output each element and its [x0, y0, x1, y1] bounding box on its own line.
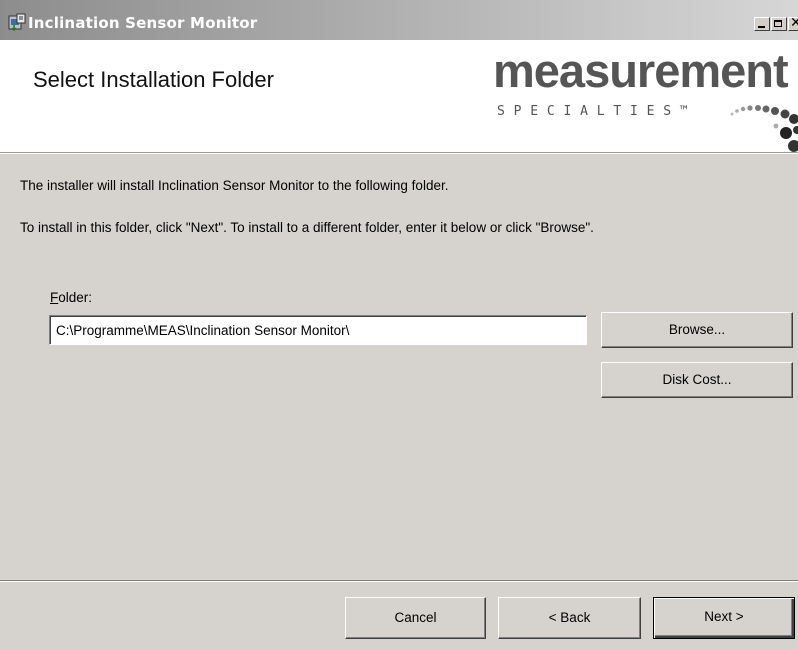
back-button[interactable]: < Back [498, 597, 641, 639]
disk-cost-button[interactable]: Disk Cost... [601, 362, 793, 398]
cancel-button[interactable]: Cancel [345, 597, 486, 639]
maximize-button[interactable] [771, 17, 787, 31]
close-icon: ✕ [790, 15, 798, 31]
next-button[interactable]: Next > [653, 597, 795, 639]
minimize-button[interactable] [754, 17, 770, 31]
folder-path-input[interactable] [49, 315, 587, 345]
header-banner: Select Installation Folder measurement S… [0, 40, 798, 152]
logo-wordmark: measurement [493, 44, 789, 97]
folder-label-text: older: [58, 290, 93, 305]
footer-divider-highlight [0, 581, 798, 582]
title-bar[interactable]: Inclination Sensor Monitor ✕ [0, 0, 798, 40]
logo-dots-icon [730, 105, 798, 152]
installer-icon [8, 13, 26, 31]
install-instructions: To install in this folder, click "Next".… [20, 220, 594, 235]
folder-label-mnemonic: F [50, 290, 59, 305]
browse-button[interactable]: Browse... [601, 312, 793, 348]
window-title: Inclination Sensor Monitor [28, 14, 258, 32]
install-description: The installer will install Inclination S… [20, 178, 449, 193]
dialog-body: The installer will install Inclination S… [0, 154, 798, 650]
close-button[interactable]: ✕ [788, 15, 798, 31]
page-title: Select Installation Folder [33, 67, 274, 92]
logo-tagline: SPECIALTIES™ [497, 104, 697, 119]
folder-label: Folder: [50, 290, 92, 305]
